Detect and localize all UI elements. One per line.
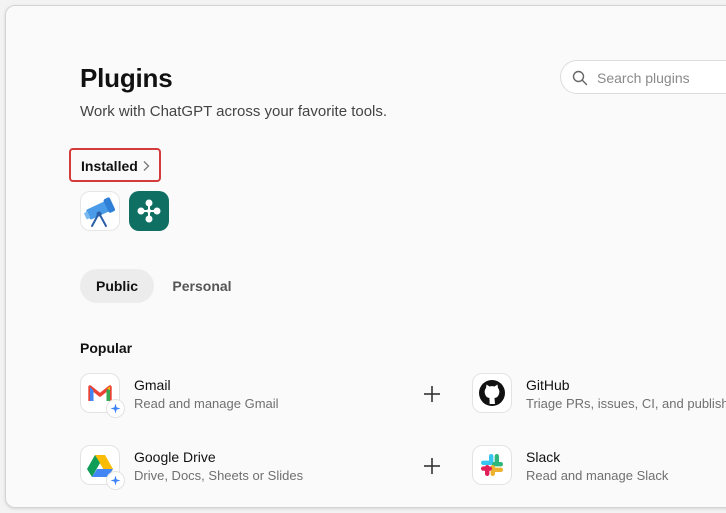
plugin-icon-slack[interactable]	[472, 445, 512, 485]
search-box[interactable]	[560, 60, 726, 94]
page-subtitle: Work with ChatGPT across your favorite t…	[80, 103, 388, 120]
plugin-icon-gmail[interactable]	[80, 373, 125, 418]
installed-app-telescope[interactable]	[80, 191, 120, 231]
plugins-window: Plugins Work with ChatGPT across your fa…	[5, 5, 726, 508]
page-title: Plugins	[80, 63, 173, 93]
plugin-name-google-drive: Google Drive	[134, 449, 216, 465]
plugin-desc-gmail: Read and manage Gmail	[134, 396, 279, 411]
plugin-icon-github[interactable]	[472, 373, 512, 413]
tab-personal[interactable]: Personal	[160, 269, 244, 303]
plugin-name-slack: Slack	[526, 449, 561, 465]
section-heading-popular: Popular	[80, 340, 133, 356]
telescope-icon	[84, 197, 115, 227]
installed-label: Installed	[81, 158, 138, 174]
network-nodes-icon	[137, 199, 161, 223]
github-icon	[479, 380, 505, 406]
add-gmail-button[interactable]	[421, 383, 443, 405]
badge-sparkle-icon	[106, 399, 125, 418]
slack-icon	[481, 454, 503, 476]
plugin-name-gmail: Gmail	[134, 377, 171, 393]
installed-link[interactable]: Installed	[69, 148, 161, 182]
chevron-right-icon	[143, 161, 150, 171]
add-google-drive-button[interactable]	[421, 455, 443, 477]
tab-public[interactable]: Public	[80, 269, 154, 303]
installed-app-network[interactable]	[129, 191, 169, 231]
plugin-desc-google-drive: Drive, Docs, Sheets or Slides	[134, 468, 304, 483]
search-icon	[572, 70, 588, 86]
search-input[interactable]	[595, 67, 726, 89]
badge-sparkle-icon	[106, 471, 125, 490]
plugin-name-github: GitHub	[526, 377, 570, 393]
plugin-desc-slack: Read and manage Slack	[526, 468, 669, 483]
plugin-icon-google-drive[interactable]	[80, 445, 125, 490]
plugin-desc-github: Triage PRs, issues, CI, and publish fixe…	[526, 396, 726, 411]
